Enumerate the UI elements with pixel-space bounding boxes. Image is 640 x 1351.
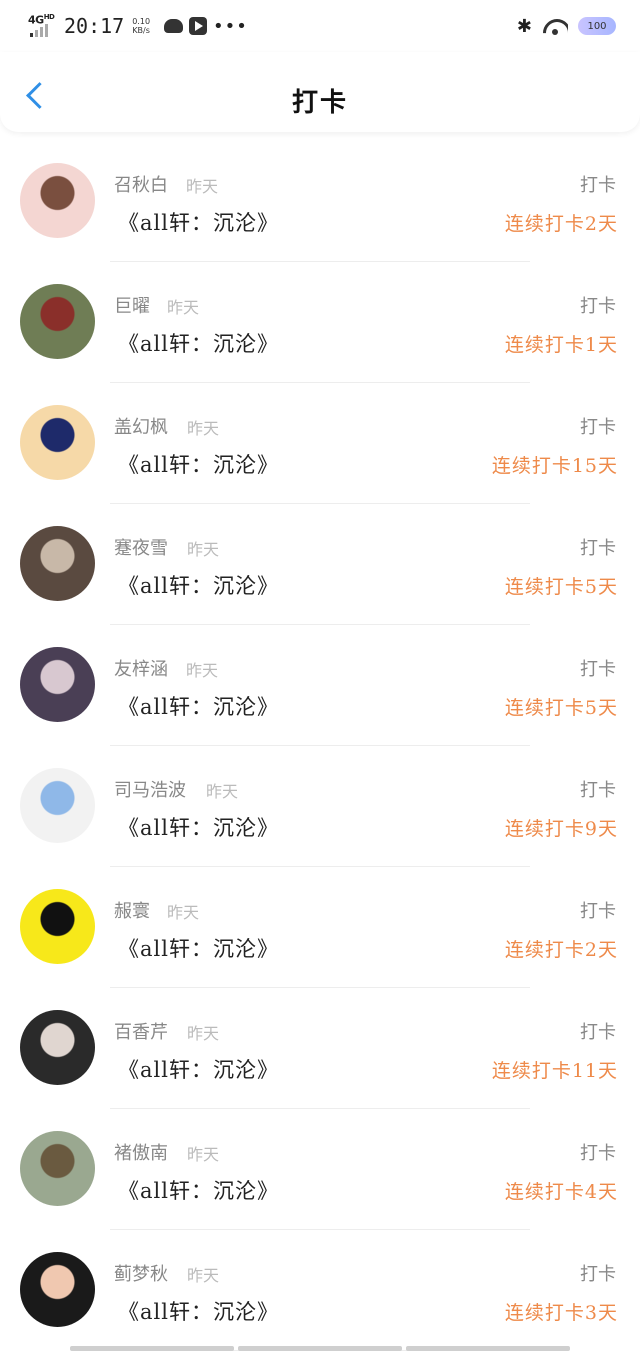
avatar[interactable] (20, 163, 95, 238)
avatar[interactable] (20, 526, 95, 601)
checkin-label: 打卡 (580, 1143, 616, 1164)
post-time: 昨天 (187, 1024, 220, 1043)
status-left: 4GHD 20:17 0.10 KB/s ••• (28, 13, 248, 39)
header-bar: 打卡 (0, 52, 640, 132)
status-bar: 4GHD 20:17 0.10 KB/s ••• ✱ 100 (0, 0, 640, 52)
list-item[interactable]: 百香芹 昨天《all轩：沉沦》 打卡连续打卡11天 (0, 988, 640, 1109)
streak-count: 连续打卡2天 (504, 213, 618, 235)
user-name: 盖幻枫 (114, 417, 168, 438)
battery-indicator: 100 (578, 17, 616, 35)
user-name: 蓟梦秋 (114, 1264, 168, 1285)
more-notifications-icon: ••• (213, 15, 248, 37)
video-app-icon (189, 17, 208, 35)
post-time: 昨天 (187, 540, 220, 559)
user-name: 蹇夜雪 (114, 538, 168, 559)
list-item[interactable]: 司马浩波 昨天《all轩：沉沦》 打卡连续打卡9天 (0, 746, 640, 867)
avatar[interactable] (20, 1131, 95, 1206)
list-item[interactable]: 盖幻枫 昨天《all轩：沉沦》 打卡连续打卡15天 (0, 383, 640, 504)
cellular-signal-icon: 4GHD (28, 13, 55, 39)
network-speed: 0.10 KB/s (132, 17, 151, 35)
list-item[interactable]: 友梓涵 昨天《all轩：沉沦》 打卡连续打卡5天 (0, 625, 640, 746)
post-time: 昨天 (186, 661, 219, 680)
user-name: 司马浩波 (114, 780, 186, 801)
cloud-icon (164, 19, 184, 33)
user-name: 褚傲南 (114, 1143, 168, 1164)
post-time: 昨天 (167, 903, 200, 922)
book-title[interactable]: 《all轩：沉沦》 (118, 570, 279, 600)
avatar[interactable] (20, 1010, 95, 1085)
wifi-icon (542, 17, 568, 35)
checkin-label: 打卡 (580, 175, 616, 196)
post-time: 昨天 (187, 419, 220, 438)
book-title[interactable]: 《all轩：沉沦》 (118, 207, 279, 237)
avatar[interactable] (20, 1252, 95, 1327)
user-name: 百香芹 (114, 1022, 168, 1043)
post-time: 昨天 (186, 177, 219, 196)
post-time: 昨天 (206, 782, 239, 801)
scroll-indicator (70, 1346, 570, 1351)
book-title[interactable]: 《all轩：沉沦》 (118, 691, 279, 721)
book-title[interactable]: 《all轩：沉沦》 (118, 1054, 279, 1084)
checkin-label: 打卡 (580, 417, 616, 438)
page-title: 打卡 (291, 88, 348, 118)
list-item[interactable]: 褚傲南 昨天《all轩：沉沦》 打卡连续打卡4天 (0, 1109, 640, 1230)
checkin-label: 打卡 (580, 1022, 616, 1043)
post-time: 昨天 (167, 298, 200, 317)
list-item[interactable]: 蹇夜雪 昨天《all轩：沉沦》 打卡连续打卡5天 (0, 504, 640, 625)
book-title[interactable]: 《all轩：沉沦》 (118, 812, 279, 842)
streak-count: 连续打卡1天 (504, 334, 618, 356)
streak-count: 连续打卡9天 (504, 818, 618, 840)
streak-count: 连续打卡15天 (491, 455, 618, 477)
bluetooth-icon: ✱ (516, 15, 532, 37)
streak-count: 连续打卡11天 (491, 1060, 618, 1082)
user-name: 友梓涵 (114, 659, 168, 680)
status-right: ✱ 100 (517, 16, 616, 37)
post-time: 昨天 (187, 1145, 220, 1164)
streak-count: 连续打卡2天 (504, 939, 618, 961)
book-title[interactable]: 《all轩：沉沦》 (118, 328, 279, 358)
book-title[interactable]: 《all轩：沉沦》 (118, 933, 279, 963)
avatar[interactable] (20, 768, 95, 843)
streak-count: 连续打卡3天 (504, 1302, 618, 1324)
avatar[interactable] (20, 284, 95, 359)
clock: 20:17 (64, 14, 125, 38)
list-item[interactable]: 蓟梦秋 昨天《all轩：沉沦》 打卡连续打卡3天 (0, 1230, 640, 1351)
checkin-label: 打卡 (580, 296, 616, 317)
streak-count: 连续打卡5天 (504, 576, 618, 598)
checkin-label: 打卡 (580, 1264, 616, 1285)
user-name: 召秋白 (114, 175, 168, 196)
list-item[interactable]: 巨曜 昨天《all轩：沉沦》 打卡连续打卡1天 (0, 262, 640, 383)
checkin-label: 打卡 (580, 659, 616, 680)
avatar[interactable] (20, 647, 95, 722)
user-name: 巨曜 (114, 296, 150, 317)
list-item[interactable]: 召秋白 昨天《all轩：沉沦》 打卡连续打卡2天 (0, 141, 640, 262)
streak-count: 连续打卡5天 (504, 697, 618, 719)
list-item[interactable]: 赧寰 昨天《all轩：沉沦》 打卡连续打卡2天 (0, 867, 640, 988)
notification-icons: ••• (164, 16, 248, 37)
checkin-label: 打卡 (580, 780, 616, 801)
streak-count: 连续打卡4天 (504, 1181, 618, 1203)
user-name: 赧寰 (114, 901, 150, 922)
checkin-label: 打卡 (580, 538, 616, 559)
book-title[interactable]: 《all轩：沉沦》 (118, 1296, 279, 1326)
checkin-list: 召秋白 昨天 《all轩：沉沦》 打卡 连续打卡2天 巨曜 昨天 《all轩：沉沦》 打卡 连续打… (0, 141, 640, 1351)
book-title[interactable]: 《all轩：沉沦》 (118, 1175, 279, 1205)
avatar[interactable] (20, 405, 95, 480)
book-title[interactable]: 《all轩：沉沦》 (118, 449, 279, 479)
post-time: 昨天 (187, 1266, 220, 1285)
checkin-label: 打卡 (580, 901, 616, 922)
avatar[interactable] (20, 889, 95, 964)
